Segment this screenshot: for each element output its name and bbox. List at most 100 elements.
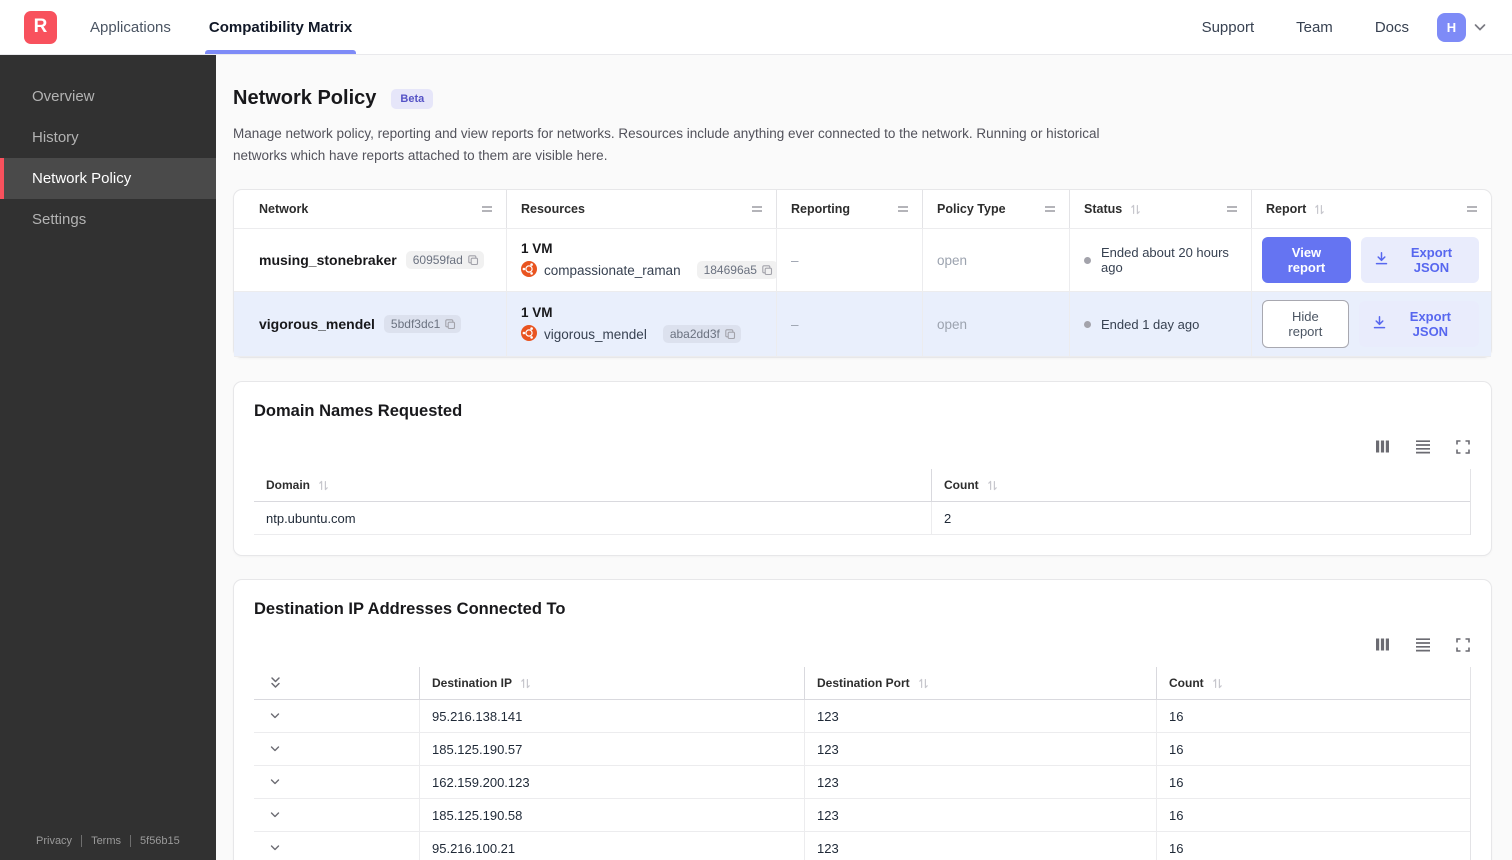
hide-report-button[interactable]: Hide report	[1262, 300, 1349, 349]
drag-handle-icon[interactable]	[480, 202, 494, 216]
sort-icon[interactable]	[986, 479, 999, 492]
report-cell: Hide report Export JSON	[1251, 292, 1491, 357]
expander-cell	[254, 799, 419, 833]
column-header-report[interactable]: Report	[1251, 190, 1491, 229]
table-row: 95.216.100.21 123 16	[254, 832, 1470, 860]
networks-card: Network Resources Reporting Policy Type …	[233, 189, 1492, 359]
report-cell: View report Export JSON	[1251, 229, 1491, 292]
chevron-down-icon[interactable]	[268, 709, 282, 723]
avatar[interactable]: H	[1437, 12, 1466, 42]
column-label: Report	[1266, 202, 1307, 217]
main-content: Network Policy Beta Manage network polic…	[216, 55, 1512, 860]
drag-handle-icon[interactable]	[896, 202, 910, 216]
sidebar-item-history[interactable]: History	[0, 117, 216, 158]
view-report-button[interactable]: View report	[1262, 237, 1351, 284]
card-title: Destination IP Addresses Connected To	[254, 600, 566, 619]
chevron-down-icon[interactable]	[268, 808, 282, 822]
drag-handle-icon[interactable]	[1465, 202, 1479, 216]
copy-icon[interactable]	[467, 254, 480, 267]
column-header-count[interactable]: Count	[931, 469, 1470, 503]
expand-all-header	[254, 667, 419, 701]
chevron-down-icon[interactable]	[268, 775, 282, 789]
count-cell: 16	[1156, 766, 1470, 800]
sort-icon[interactable]	[519, 677, 532, 690]
card-title: Domain Names Requested	[254, 402, 463, 421]
table-row: 95.216.138.141 123 16	[254, 700, 1470, 734]
sort-icon[interactable]	[317, 479, 330, 492]
column-header-domain[interactable]: Domain	[254, 469, 931, 503]
expander-cell	[254, 832, 419, 860]
expander-cell	[254, 766, 419, 800]
sidebar-item-settings[interactable]: Settings	[0, 199, 216, 240]
row-density-icon[interactable]	[1414, 636, 1432, 653]
network-row-musing-stonebraker: musing_stonebraker 60959fad 1 VM compass…	[234, 229, 1491, 293]
column-label: Count	[944, 478, 979, 493]
table-row: 162.159.200.123 123 16	[254, 766, 1470, 800]
fullscreen-icon[interactable]	[1455, 439, 1471, 455]
copy-icon[interactable]	[724, 328, 737, 341]
vm-count: 1 VM	[521, 304, 553, 320]
terms-link[interactable]: Terms	[91, 835, 121, 847]
docs-link[interactable]: Docs	[1375, 19, 1409, 36]
tab-applications[interactable]: Applications	[90, 0, 171, 54]
count-cell: 2	[931, 502, 1470, 536]
column-label: Destination Port	[817, 676, 910, 691]
export-json-button[interactable]: Export JSON	[1360, 237, 1479, 284]
copy-icon[interactable]	[761, 264, 774, 277]
download-icon	[1374, 251, 1389, 269]
destination-port-cell: 123	[804, 733, 1156, 767]
network-row-vigorous-mendel: vigorous_mendel 5bdf3dc1 1 VM vigorous_m…	[234, 292, 1491, 358]
sort-icon[interactable]	[1211, 677, 1224, 690]
team-link[interactable]: Team	[1296, 19, 1333, 36]
support-link[interactable]: Support	[1202, 19, 1255, 36]
column-header-destination-port[interactable]: Destination Port	[804, 667, 1156, 701]
domain-names-card: Domain Names Requested Domain Count ntp.…	[233, 381, 1492, 557]
destination-port-cell: 123	[804, 700, 1156, 734]
app-logo[interactable]: R	[24, 10, 57, 44]
row-density-icon[interactable]	[1414, 438, 1432, 455]
privacy-link[interactable]: Privacy	[36, 835, 72, 847]
network-name: musing_stonebraker	[259, 252, 397, 269]
expander-cell	[254, 700, 419, 734]
status-text: Ended 1 day ago	[1101, 316, 1200, 332]
column-header-count[interactable]: Count	[1156, 667, 1470, 701]
count-cell: 16	[1156, 700, 1470, 734]
chevron-down-icon[interactable]	[268, 841, 282, 855]
sort-icon[interactable]	[1129, 203, 1142, 216]
reporting-cell: –	[776, 292, 922, 357]
drag-handle-icon[interactable]	[1043, 202, 1057, 216]
network-id-pill: 5bdf3dc1	[383, 315, 462, 334]
destinations-table-header: Destination IP Destination Port Count	[254, 667, 1470, 701]
reporting-cell: –	[776, 229, 922, 292]
columns-icon[interactable]	[1374, 438, 1391, 455]
fullscreen-icon[interactable]	[1455, 637, 1471, 653]
columns-icon[interactable]	[1374, 636, 1391, 653]
export-json-button[interactable]: Export JSON	[1358, 301, 1479, 348]
sort-icon[interactable]	[1313, 203, 1326, 216]
sort-icon[interactable]	[917, 677, 930, 690]
sidebar-item-overview[interactable]: Overview	[0, 76, 216, 117]
domain-cell: ntp.ubuntu.com	[254, 502, 931, 536]
column-header-policy-type: Policy Type	[922, 190, 1069, 229]
export-json-label: Export JSON	[1410, 245, 1453, 276]
topbar-right: Support Team Docs H	[1160, 12, 1488, 42]
drag-handle-icon[interactable]	[1225, 202, 1239, 216]
chevron-down-icon[interactable]	[268, 742, 282, 756]
double-chevron-down-icon[interactable]	[268, 675, 283, 691]
resources-cell: 1 VM compassionate_raman 184696a5	[506, 229, 778, 292]
count-cell: 16	[1156, 733, 1470, 767]
copy-icon[interactable]	[444, 318, 457, 331]
resource-id: aba2dd3f	[669, 327, 720, 342]
tab-compatibility-matrix[interactable]: Compatibility Matrix	[204, 0, 357, 54]
chevron-down-icon[interactable]	[1472, 19, 1488, 35]
resource-name: compassionate_raman	[544, 262, 681, 278]
column-label: Policy Type	[937, 202, 1006, 217]
drag-handle-icon[interactable]	[750, 202, 764, 216]
divider	[81, 835, 83, 847]
column-header-network: Network	[234, 190, 506, 228]
column-header-destination-ip[interactable]: Destination IP	[419, 667, 804, 701]
sidebar-item-network-policy[interactable]: Network Policy	[0, 158, 216, 199]
column-header-status[interactable]: Status	[1069, 190, 1251, 229]
beta-badge: Beta	[391, 88, 434, 109]
count-cell: 16	[1156, 799, 1470, 833]
